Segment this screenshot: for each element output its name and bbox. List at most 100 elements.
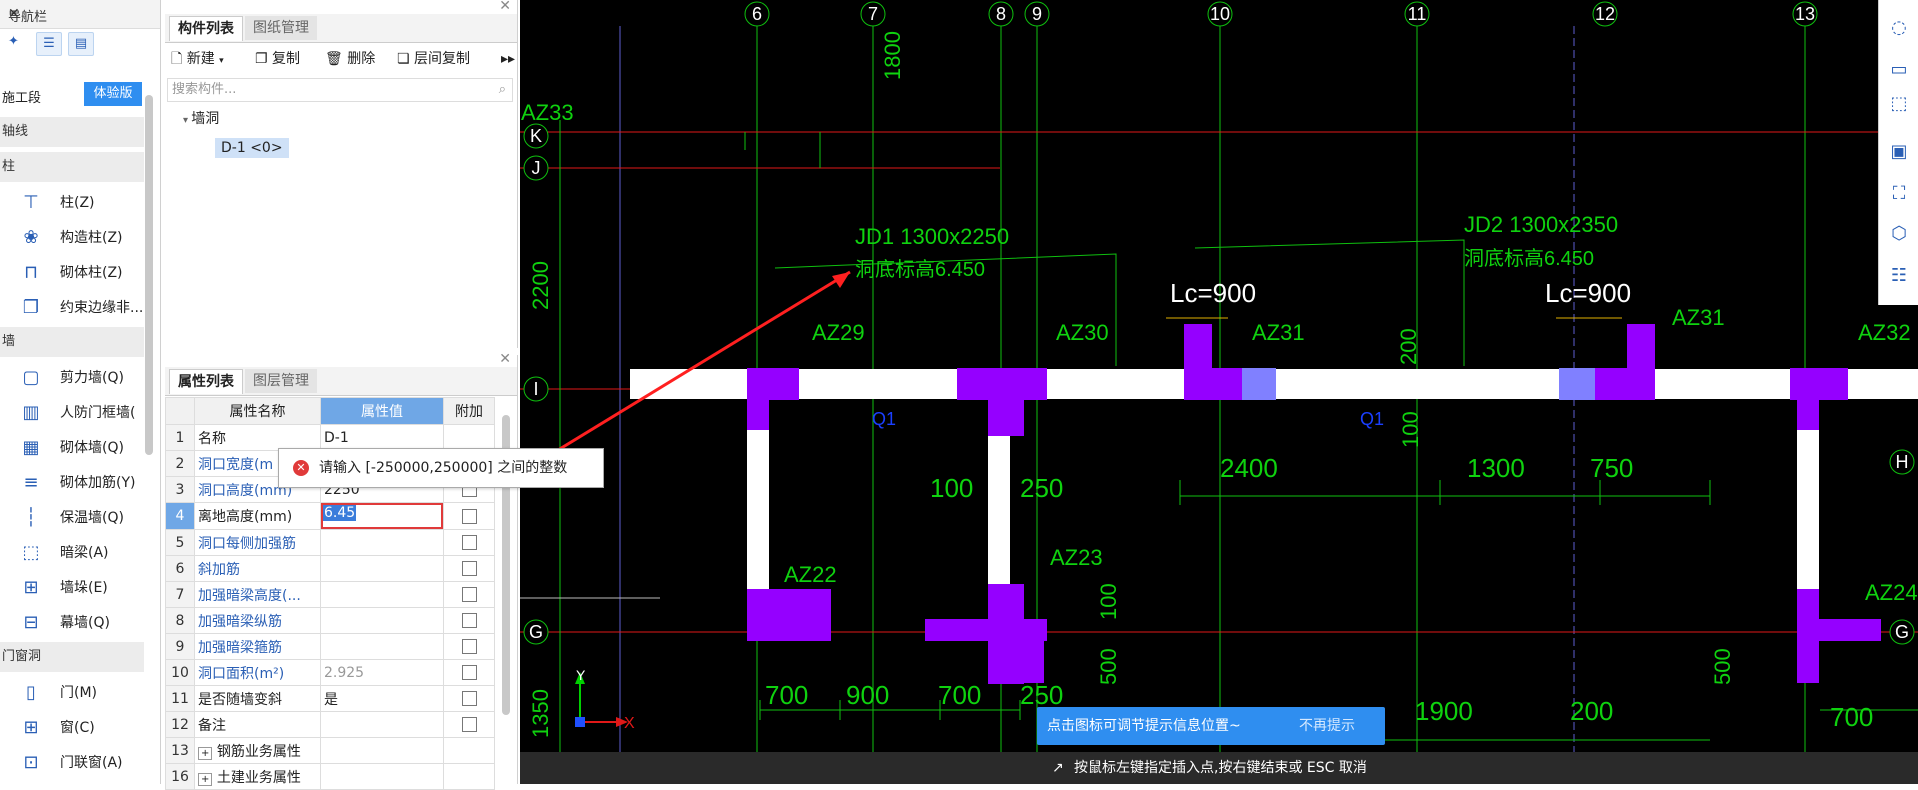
height-edit-input[interactable]: 6.45 [321, 503, 443, 529]
label-700-c: 700 [1830, 702, 1873, 732]
row-value[interactable] [320, 555, 444, 582]
expand-plus-icon[interactable]: + [198, 746, 213, 760]
tab-property-list[interactable]: 属性列表 [169, 369, 243, 394]
nav-item-curtain-wall[interactable]: ⊟ 幕墙(Q) [0, 606, 150, 640]
nav-item-masonry-wall[interactable]: ▦ 砌体墙(Q) [0, 431, 150, 465]
row-value[interactable]: 是 [320, 685, 444, 712]
nav-item-insulation-wall[interactable]: ┆ 保温墙(Q) [0, 501, 150, 535]
label-az31-b: AZ31 [1672, 305, 1725, 330]
extra-checkbox[interactable] [461, 613, 477, 628]
view-2d-icon[interactable]: ▭ [1885, 56, 1913, 84]
nav-item-masonry-column[interactable]: ⊓ 砌体柱(Z) [0, 256, 150, 290]
extra-checkbox[interactable] [461, 691, 477, 706]
table-row[interactable]: 13 + 钢筋业务属性 [165, 737, 495, 764]
tree-node-d1[interactable]: D-1 <0> [215, 138, 289, 158]
category-door-window[interactable]: 门窗洞 [0, 642, 144, 672]
category-axis[interactable]: 轴线 [0, 117, 144, 147]
label-500-a: 500 [1096, 648, 1121, 685]
cad-canvas[interactable]: 6 7 8 9 10 11 12 13 K J I H G G JD1 1300… [520, 0, 1918, 784]
label-az29: AZ29 [812, 320, 865, 345]
extra-checkbox[interactable] [461, 587, 477, 602]
component-search-input[interactable]: 搜索构件... ⌕ [167, 78, 513, 102]
nav-item-shear-wall[interactable]: ▢ 剪力墙(Q) [0, 361, 150, 395]
nav-item-column[interactable]: ⊤ 柱(Z) [0, 186, 150, 220]
solid-3d-icon[interactable]: ▣ [1885, 138, 1913, 166]
box-3d-icon[interactable]: ⬚ [1885, 90, 1913, 118]
extra-checkbox[interactable] [461, 639, 477, 654]
row-value[interactable]: D-1 [320, 424, 444, 451]
tab-drawing-management[interactable]: 图纸管理 [245, 16, 317, 40]
nav-item-hidden-beam[interactable]: ⬚ 暗梁(A) [0, 536, 150, 570]
sparkle-icon[interactable]: ✦ [8, 34, 19, 49]
table-row[interactable]: 8 加强暗梁纵筋 [165, 607, 495, 634]
more-icon[interactable]: ▸▸ [501, 46, 515, 72]
label-200-v: 200 [1396, 328, 1421, 365]
close-icon[interactable]: ✕ [499, 0, 511, 14]
new-button[interactable]: 🗋 新建 ▾ [171, 46, 224, 72]
tab-layer-management[interactable]: 图层管理 [245, 369, 317, 393]
table-row[interactable]: 12 备注 [165, 711, 495, 738]
close-icon[interactable]: ✕ [8, 6, 154, 22]
category-wall[interactable]: 墙 [0, 327, 144, 357]
display-settings-icon[interactable]: ☷ [1885, 262, 1913, 290]
svg-text:X: X [624, 715, 635, 732]
nav-item-label: 墙垛(E) [60, 580, 108, 596]
nav-item-masonry-reinforcement[interactable]: ≡ 砌体加筋(Y) [0, 466, 150, 500]
extra-checkbox[interactable] [461, 717, 477, 732]
table-row[interactable]: 6 斜加筋 [165, 555, 495, 582]
table-row[interactable]: 1 名称 D-1 [165, 424, 495, 451]
close-icon[interactable]: ✕ [499, 351, 511, 367]
row-value [320, 737, 444, 764]
tree-node-wall-opening[interactable]: ▾ 墙洞 [183, 108, 219, 128]
axis-label-11: 11 [1408, 4, 1427, 24]
detail-view-icon[interactable]: ▤ [68, 32, 94, 56]
row-index: 8 [165, 607, 195, 634]
nav-item-label: 人防门框墙( [60, 405, 136, 421]
nav-item-door-window[interactable]: ⊡ 门联窗(A) [0, 746, 150, 780]
row-index: 1 [165, 424, 195, 451]
nav-item-wall-pier[interactable]: ⊞ 墙垛(E) [0, 571, 150, 605]
list-view-icon[interactable]: ☰ [36, 32, 62, 56]
nav-item-civil-defense-wall[interactable]: ▥ 人防门框墙( [0, 396, 150, 430]
nav-item-window[interactable]: ⊞ 窗(C) [0, 711, 150, 745]
nav-scrollbar[interactable] [145, 95, 153, 455]
delete-button[interactable]: 🗑 删除 [325, 46, 375, 72]
extra-checkbox[interactable] [461, 561, 477, 576]
hint-popup[interactable]: 点击图标可调节提示信息位置~ 不再提示 [1037, 707, 1385, 745]
table-row[interactable]: 9 加强暗梁箍筋 [165, 633, 495, 660]
orbit-icon[interactable]: ◌ [1885, 14, 1913, 42]
status-message: 按鼠标左键指定插入点,按右键结束或 ESC 取消 [1074, 760, 1367, 776]
extra-checkbox[interactable] [461, 665, 477, 680]
tab-component-list[interactable]: 构件列表 [169, 16, 243, 41]
row-value[interactable] [320, 633, 444, 660]
floor-copy-icon: ❏ [397, 51, 410, 67]
row-value[interactable] [320, 529, 444, 556]
fit-view-icon[interactable]: ⛶ [1885, 180, 1913, 208]
dismiss-hint-button[interactable]: 不再提示 [1299, 707, 1355, 745]
row-value[interactable] [320, 581, 444, 608]
floor-copy-button[interactable]: ❏ 层间复制 [397, 46, 470, 72]
axis-label-10: 10 [1210, 4, 1230, 24]
nav-toolbar: ✦ ☰ ▤ [0, 28, 160, 58]
trial-badge[interactable]: 体验版 [84, 82, 142, 106]
row-value[interactable] [320, 607, 444, 634]
copy-button[interactable]: ❐ 复制 [255, 46, 300, 72]
table-row[interactable]: 7 加强暗梁高度(... [165, 581, 495, 608]
nav-item-boundary-member[interactable]: ❐ 约束边缘非... [0, 291, 150, 325]
expand-icon: ▾ [183, 115, 192, 126]
axis-label-I: I [533, 379, 538, 399]
table-row[interactable]: 11 是否随墙变斜是 [165, 685, 495, 712]
table-row[interactable]: 5 洞口每侧加强筋 [165, 529, 495, 556]
table-row-selected[interactable]: 4 离地高度(mm) 6.45 [165, 502, 495, 530]
table-row[interactable]: 10 洞口面积(m²) 2.925 [165, 659, 495, 686]
label-az33: AZ33 [521, 100, 574, 125]
nav-item-door[interactable]: ▯ 门(M) [0, 676, 150, 710]
partial-3d-icon[interactable]: ⬡ [1885, 220, 1913, 248]
row-value[interactable] [320, 711, 444, 738]
category-column[interactable]: 柱 [0, 152, 144, 182]
nav-item-constructional-column[interactable]: ❀ 构造柱(Z) [0, 221, 150, 255]
extra-checkbox[interactable] [461, 508, 477, 524]
extra-checkbox[interactable] [461, 535, 477, 550]
search-icon[interactable]: ⌕ [499, 79, 506, 101]
table-row[interactable]: 16 + 土建业务属性 [165, 763, 495, 790]
